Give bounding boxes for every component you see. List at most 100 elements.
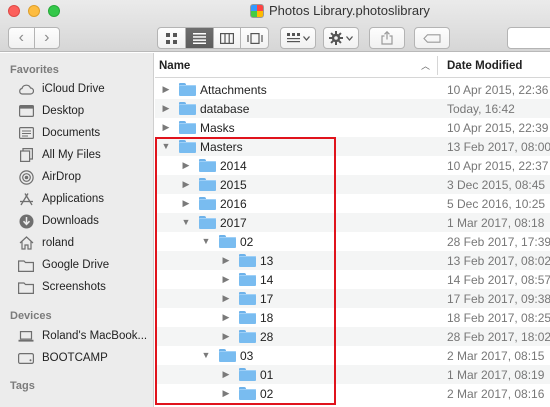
applications-icon	[18, 192, 34, 206]
folder-row[interactable]: ▶ 2016 5 Dec 2016, 10:25	[155, 194, 550, 213]
folder-row[interactable]: ▼ Masters 13 Feb 2017, 08:00	[155, 137, 550, 156]
edit-tags-button[interactable]	[414, 27, 450, 49]
back-forward-group: ‹ ›	[8, 27, 60, 49]
sidebar-item-desktop[interactable]: Desktop	[18, 101, 84, 121]
icon-view-button[interactable]	[158, 28, 185, 48]
disclosure-collapsed-icon[interactable]: ▶	[221, 369, 231, 380]
documents-icon	[18, 126, 34, 140]
zoom-window-button[interactable]	[48, 5, 60, 17]
minimize-window-button[interactable]	[28, 5, 40, 17]
disclosure-expanded-icon[interactable]: ▼	[161, 141, 171, 151]
sidebar-item-label: Screenshots	[42, 281, 106, 293]
sidebar-item-icloud-drive[interactable]: iCloud Drive	[18, 79, 105, 99]
folder-icon	[239, 368, 256, 381]
folder-row[interactable]: ▶ Attachments 10 Apr 2015, 22:36	[155, 80, 550, 99]
sidebar-item-documents[interactable]: Documents	[18, 123, 100, 143]
folder-icon	[179, 140, 196, 153]
disclosure-expanded-icon[interactable]: ▼	[201, 236, 211, 246]
chevron-down-icon	[302, 35, 310, 41]
folder-icon	[179, 102, 196, 115]
folder-icon	[219, 349, 236, 362]
folder-icon	[179, 83, 196, 96]
folder-name: 17	[260, 292, 274, 306]
desktop-icon	[18, 104, 34, 118]
folder-icon	[179, 121, 196, 134]
disclosure-collapsed-icon[interactable]: ▶	[221, 274, 231, 285]
window-toolbar: Photos Library.photoslibrary ‹ ›	[0, 0, 550, 52]
disclosure-collapsed-icon[interactable]: ▶	[221, 255, 231, 266]
folder-name: 02	[240, 235, 254, 249]
folder-row[interactable]: ▶ 02 2 Mar 2017, 08:16	[155, 384, 550, 403]
folder-row[interactable]: ▶ 01 1 Mar 2017, 08:19	[155, 365, 550, 384]
tags-heading: Tags	[10, 380, 35, 392]
sidebar-item-macbook[interactable]: Roland's MacBook...	[18, 326, 147, 346]
folder-icon	[18, 280, 34, 294]
sidebar-item-google-drive[interactable]: Google Drive	[18, 255, 109, 275]
sidebar-item-all-my-files[interactable]: All My Files	[18, 145, 101, 165]
list-lines-icon	[192, 32, 206, 44]
folder-date-modified: 13 Feb 2017, 08:02	[447, 254, 550, 268]
sort-chevron-icon: ︿	[421, 61, 431, 71]
folder-row[interactable]: ▶ 14 14 Feb 2017, 08:57	[155, 270, 550, 289]
column-header-row: Name ︿ Date Modified	[155, 53, 550, 78]
folder-row[interactable]: ▶ 13 13 Feb 2017, 08:02	[155, 251, 550, 270]
cover-flow-icon	[247, 32, 263, 44]
sidebar-item-applications[interactable]: Applications	[18, 189, 104, 209]
sidebar-item-bootcamp[interactable]: BOOTCAMP	[18, 348, 108, 368]
share-button[interactable]	[369, 27, 405, 49]
folder-row[interactable]: ▶ 17 17 Feb 2017, 09:38	[155, 289, 550, 308]
folder-row[interactable]: ▶ Masks 10 Apr 2015, 22:39	[155, 118, 550, 137]
home-icon	[18, 236, 34, 250]
sidebar-item-screenshots[interactable]: Screenshots	[18, 277, 106, 297]
action-button[interactable]	[323, 27, 359, 49]
cover-flow-view-button[interactable]	[240, 28, 268, 48]
disclosure-collapsed-icon[interactable]: ▶	[221, 331, 231, 342]
disclosure-collapsed-icon[interactable]: ▶	[181, 160, 191, 171]
column-divider[interactable]	[437, 56, 438, 75]
disclosure-collapsed-icon[interactable]: ▶	[161, 84, 171, 95]
disclosure-collapsed-icon[interactable]: ▶	[181, 179, 191, 190]
back-button[interactable]: ‹	[9, 28, 34, 48]
folder-name: 03	[240, 349, 254, 363]
sidebar-item-airdrop[interactable]: AirDrop	[18, 167, 81, 187]
search-input[interactable]	[507, 27, 550, 49]
folder-row[interactable]: ▶ 18 18 Feb 2017, 08:25	[155, 308, 550, 327]
disclosure-expanded-icon[interactable]: ▼	[181, 217, 191, 227]
sidebar-item-label: Desktop	[42, 105, 85, 117]
name-column-header[interactable]: Name	[159, 60, 190, 72]
disclosure-collapsed-icon[interactable]: ▶	[221, 388, 231, 399]
folder-row[interactable]: ▶ 2014 10 Apr 2015, 22:37	[155, 156, 550, 175]
folder-date-modified: 3 Dec 2015, 08:45	[447, 178, 546, 192]
disclosure-collapsed-icon[interactable]: ▶	[181, 198, 191, 209]
disclosure-expanded-icon[interactable]: ▼	[201, 350, 211, 360]
all-files-icon	[18, 148, 34, 162]
date-modified-column-header[interactable]: Date Modified	[447, 60, 522, 72]
forward-button[interactable]: ›	[33, 28, 60, 48]
photos-library-icon	[250, 3, 264, 18]
folder-date-modified: Today, 16:42	[447, 102, 515, 116]
sidebar-item-roland[interactable]: roland	[18, 233, 74, 253]
sidebar: Favorites iCloud Drive Desktop Documents…	[0, 53, 154, 407]
view-mode-group	[157, 27, 269, 49]
folder-name: Masters	[200, 140, 243, 154]
sidebar-item-downloads[interactable]: Downloads	[18, 211, 99, 231]
folder-name: database	[200, 102, 250, 116]
disclosure-collapsed-icon[interactable]: ▶	[221, 312, 231, 323]
disclosure-collapsed-icon[interactable]: ▶	[221, 293, 231, 304]
folder-row[interactable]: ▶ database Today, 16:42	[155, 99, 550, 118]
folder-name: 28	[260, 330, 274, 344]
folder-row[interactable]: ▶ 2015 3 Dec 2015, 08:45	[155, 175, 550, 194]
disclosure-collapsed-icon[interactable]: ▶	[161, 122, 171, 133]
folder-row[interactable]: ▶ 28 28 Feb 2017, 18:02	[155, 327, 550, 346]
folder-name: 02	[260, 387, 274, 401]
folder-row[interactable]: ▼ 2017 1 Mar 2017, 08:18	[155, 213, 550, 232]
folder-row[interactable]: ▼ 02 28 Feb 2017, 17:39	[155, 232, 550, 251]
close-window-button[interactable]	[8, 5, 20, 17]
arrange-button[interactable]	[280, 27, 316, 49]
folder-icon	[239, 330, 256, 343]
disclosure-collapsed-icon[interactable]: ▶	[161, 103, 171, 114]
column-view-button[interactable]	[212, 28, 241, 48]
folder-row[interactable]: ▼ 03 2 Mar 2017, 08:15	[155, 346, 550, 365]
list-view-button[interactable]	[184, 28, 213, 48]
folder-date-modified: 14 Feb 2017, 08:57	[447, 273, 550, 287]
